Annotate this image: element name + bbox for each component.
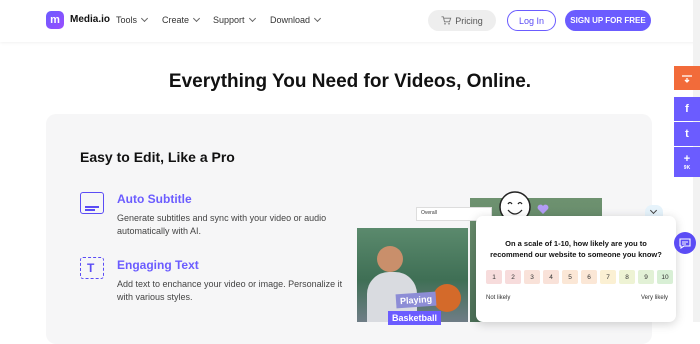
nav-download[interactable]: Download [270, 14, 322, 25]
pricing-button[interactable]: Pricing [428, 10, 496, 31]
plus-icon: + [683, 152, 691, 165]
share-download-button[interactable] [674, 66, 700, 90]
share-count: 9K [683, 164, 691, 171]
chat-button[interactable] [674, 232, 696, 254]
feature-engaging-text-title[interactable]: Engaging Text [117, 258, 199, 272]
survey-scale: 1 2 3 4 5 6 7 8 9 10 [486, 270, 673, 284]
scale-option-4[interactable]: 4 [543, 270, 559, 284]
survey-question: On a scale of 1-10, how likely are you t… [490, 239, 662, 259]
nav-tools[interactable]: Tools [116, 14, 149, 25]
twitter-share-button[interactable]: t [674, 122, 700, 146]
scale-low-label: Not likely [486, 295, 511, 301]
chevron-down-icon [192, 14, 201, 23]
tag-basketball: Basketball [388, 311, 442, 325]
nps-survey-popup: On a scale of 1-10, how likely are you t… [476, 216, 676, 322]
nav-create-label: Create [162, 15, 190, 25]
nav-support[interactable]: Support [213, 14, 256, 25]
scale-option-10[interactable]: 10 [657, 270, 673, 284]
subtitle-icon [80, 192, 104, 214]
preview-image-left [357, 228, 468, 322]
scale-option-1[interactable]: 1 [486, 270, 502, 284]
nav-tools-label: Tools [116, 15, 138, 25]
chevron-down-icon [140, 14, 149, 23]
scale-option-7[interactable]: 7 [600, 270, 616, 284]
chat-icon [679, 237, 691, 249]
twitter-icon: t [685, 128, 689, 140]
scale-option-2[interactable]: 2 [505, 270, 521, 284]
hero-title: Everything You Need for Videos, Online. [168, 71, 532, 92]
nav-create[interactable]: Create [162, 14, 201, 25]
media-io-logo[interactable]: m [46, 11, 64, 29]
feature-auto-subtitle-desc: Generate subtitles and sync with your vi… [117, 213, 327, 236]
text-icon: T [80, 257, 104, 279]
cart-icon [441, 16, 452, 25]
brand-name[interactable]: Media.io [70, 14, 110, 25]
scale-option-8[interactable]: 8 [619, 270, 635, 284]
facebook-share-button[interactable]: f [674, 97, 700, 121]
feature-engaging-text-desc: Add text to enchance your video or image… [117, 279, 343, 302]
scale-option-9[interactable]: 9 [638, 270, 654, 284]
tag-playing: Playing [395, 291, 437, 309]
feature-auto-subtitle-title[interactable]: Auto Subtitle [117, 192, 192, 206]
editor-label: Overall [421, 210, 437, 216]
scale-high-label: Very likely [640, 295, 668, 301]
scale-option-5[interactable]: 5 [562, 270, 578, 284]
facebook-icon: f [685, 103, 689, 115]
top-nav: m Media.io Tools Create Support Download… [0, 0, 700, 42]
pricing-label: Pricing [455, 15, 483, 26]
more-share-button[interactable]: + 9K [674, 147, 700, 177]
chevron-down-icon [248, 14, 256, 23]
scale-option-3[interactable]: 3 [524, 270, 540, 284]
share-download-icon [682, 74, 692, 83]
heart-sticker-icon [537, 204, 549, 214]
chevron-down-icon [313, 14, 322, 23]
login-button[interactable]: Log In [507, 10, 556, 31]
nav-download-label: Download [270, 15, 311, 25]
scale-option-6[interactable]: 6 [581, 270, 597, 284]
chevron-down-icon [649, 206, 658, 215]
signup-button[interactable]: SIGN UP FOR FREE [565, 10, 651, 31]
nav-support-label: Support [213, 15, 245, 25]
section-title: Easy to Edit, Like a Pro [80, 149, 235, 165]
